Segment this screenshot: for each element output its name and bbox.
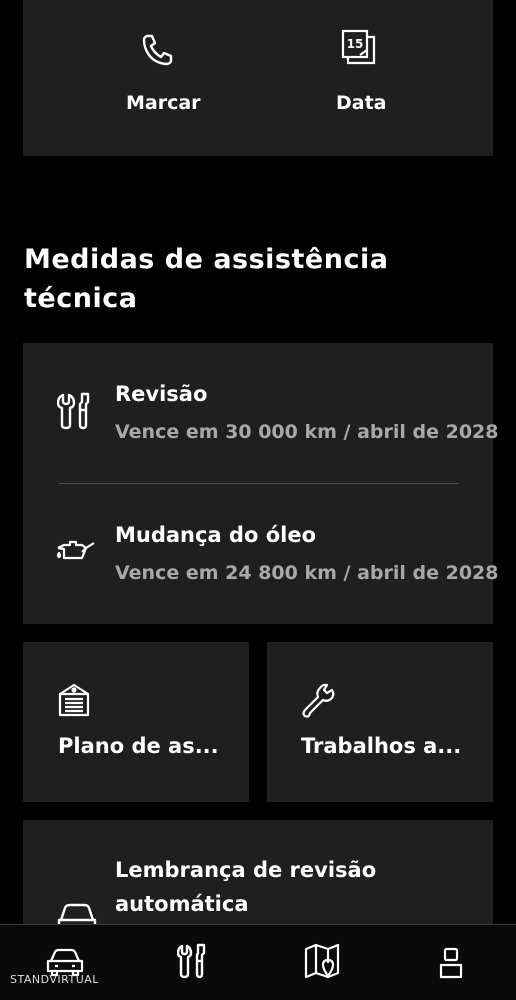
section-title: Medidas de assistência técnica bbox=[24, 244, 389, 314]
map-icon bbox=[304, 943, 340, 979]
tools-icon bbox=[177, 943, 209, 979]
oil-change-title: Mudança do óleo bbox=[115, 523, 316, 547]
service-plan-icon bbox=[58, 682, 90, 718]
work-tile[interactable]: Trabalhos a... bbox=[267, 642, 493, 802]
nav-profile[interactable] bbox=[387, 925, 516, 1000]
call-button[interactable]: Marcar bbox=[83, 20, 233, 130]
calendar-icon: 15 bbox=[340, 28, 378, 66]
nav-service[interactable] bbox=[129, 925, 258, 1000]
person-icon bbox=[439, 947, 463, 979]
service-plan-tile[interactable]: Plano de as... bbox=[23, 642, 249, 802]
reminder-title-line1: Lembrança de revisão bbox=[115, 858, 377, 882]
service-item-revision[interactable]: Revisão Vence em 30 000 km / abril de 20… bbox=[23, 343, 499, 483]
revision-due: Vence em 30 000 km / abril de 2028 bbox=[115, 421, 499, 443]
quick-actions-card: Marcar 15 Data bbox=[23, 0, 493, 156]
oil-change-due: Vence em 24 800 km / abril de 2028 bbox=[115, 562, 499, 584]
work-label: Trabalhos a... bbox=[301, 734, 462, 758]
auto-revision-reminder-card[interactable]: Lembrança de revisão automática bbox=[23, 820, 493, 932]
date-button[interactable]: 15 Data bbox=[283, 20, 433, 130]
date-label: Data bbox=[336, 92, 387, 114]
revision-title: Revisão bbox=[115, 382, 208, 406]
oil-can-icon bbox=[56, 539, 96, 563]
watermark-logo: STANDVIRTUAL bbox=[10, 973, 99, 986]
reminder-title-line2: automática bbox=[115, 892, 249, 916]
service-item-oil-change[interactable]: Mudança do óleo Vence em 24 800 km / abr… bbox=[23, 484, 499, 624]
bottom-navigation bbox=[0, 924, 516, 1000]
phone-icon bbox=[140, 32, 176, 68]
wrench-screwdriver-icon bbox=[57, 391, 95, 431]
service-plan-label: Plano de as... bbox=[58, 734, 219, 758]
nav-map[interactable] bbox=[258, 925, 387, 1000]
nav-vehicle[interactable] bbox=[0, 925, 129, 1000]
calendar-day: 15 bbox=[347, 37, 364, 51]
wrench-icon bbox=[300, 682, 338, 720]
call-label: Marcar bbox=[126, 92, 201, 114]
